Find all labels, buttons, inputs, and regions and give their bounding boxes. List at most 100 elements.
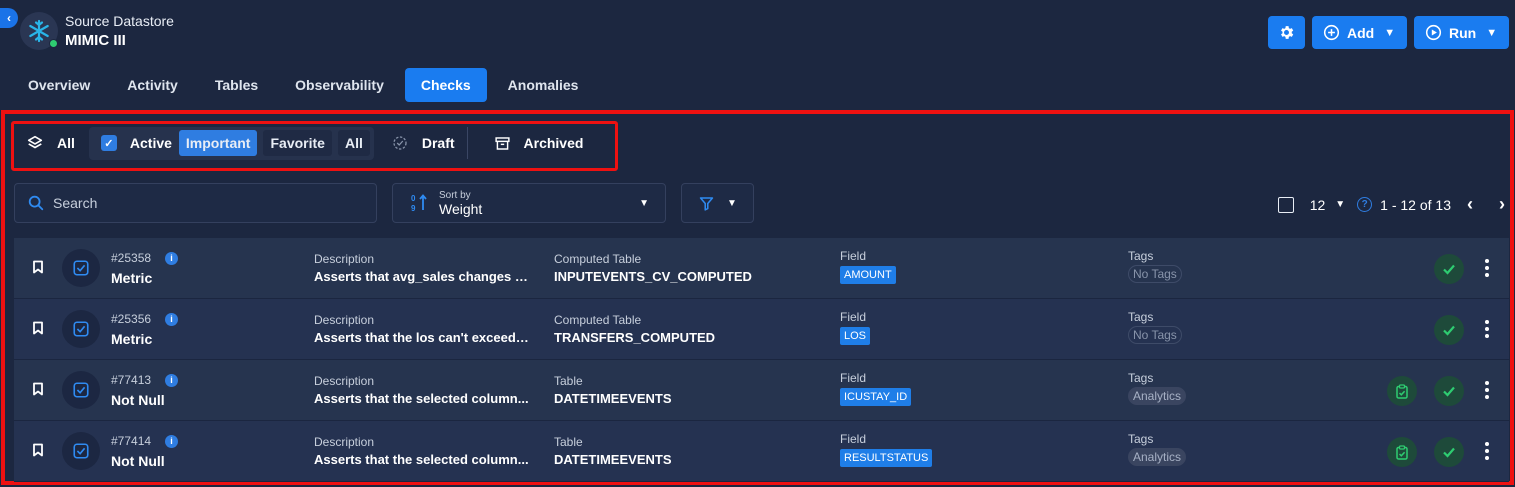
field-badge[interactable]: AMOUNT xyxy=(840,266,896,284)
tags-label: Tags xyxy=(1128,371,1154,385)
description-value: Asserts that the selected column... xyxy=(314,391,529,406)
clipboard-check-icon[interactable] xyxy=(1387,437,1417,467)
settings-button[interactable] xyxy=(1268,16,1305,49)
chevron-down-icon: ▼ xyxy=(1486,26,1498,39)
field-badge[interactable]: RESULTSTATUS xyxy=(840,449,933,467)
tab-observability[interactable]: Observability xyxy=(279,68,400,102)
next-page-icon[interactable]: › xyxy=(1499,194,1505,215)
bookmark-icon[interactable] xyxy=(32,321,44,335)
info-icon[interactable]: i xyxy=(165,312,179,326)
filter-all-label: All xyxy=(57,135,75,151)
filter-archived-label: Archived xyxy=(523,135,584,151)
datastore-type-label: Source Datastore xyxy=(65,13,174,29)
tags-label: Tags xyxy=(1128,310,1154,324)
tab-checks[interactable]: Checks xyxy=(404,68,487,102)
snowflake-logo-icon xyxy=(20,12,58,50)
chevron-down-icon: ▼ xyxy=(1384,26,1396,39)
check-type: Not Null xyxy=(111,392,165,408)
prev-page-icon[interactable]: ‹ xyxy=(1467,194,1473,215)
info-icon[interactable]: i xyxy=(165,251,179,265)
field-label: Field xyxy=(840,432,867,446)
tag-pill[interactable]: No Tags xyxy=(1128,265,1182,283)
checks-list: #25358 i Metric Description Asserts that … xyxy=(14,238,1509,482)
run-button[interactable]: Run ▼ xyxy=(1414,16,1509,49)
bookmark-icon[interactable] xyxy=(32,382,44,396)
datastore-header: Source Datastore MIMIC III xyxy=(20,12,174,50)
filter-important[interactable]: Important xyxy=(178,130,258,156)
more-options-icon[interactable] xyxy=(1484,319,1490,339)
sort-value: Weight xyxy=(439,200,483,217)
tag-pill[interactable]: Analytics xyxy=(1128,448,1187,466)
check-id: #25358 xyxy=(111,251,152,265)
bookmark-icon[interactable] xyxy=(32,260,44,274)
filter-archived[interactable]: Archived xyxy=(482,127,584,159)
search-input[interactable] xyxy=(53,195,353,211)
add-button[interactable]: Add ▼ xyxy=(1312,16,1407,49)
field-label: Field xyxy=(840,310,867,324)
info-icon[interactable]: i xyxy=(165,373,179,387)
filter-favorite[interactable]: Favorite xyxy=(263,130,332,156)
more-options-icon[interactable] xyxy=(1484,441,1490,461)
more-options-icon[interactable] xyxy=(1484,258,1490,278)
table-label: Computed Table xyxy=(554,313,642,327)
tag-pill[interactable]: No Tags xyxy=(1128,326,1182,344)
description-label: Description xyxy=(314,374,375,388)
filter-draft[interactable]: Draft xyxy=(392,127,455,159)
collapse-sidebar-button[interactable]: ‹ xyxy=(0,8,18,28)
info-icon[interactable]: i xyxy=(165,434,179,448)
select-all-checkbox[interactable] xyxy=(1277,196,1294,213)
check-row[interactable]: #25358 i Metric Description Asserts that … xyxy=(14,238,1509,299)
sort-label: Sort by xyxy=(439,189,471,201)
check-row[interactable]: #77414 i Not Null Description Asserts tha… xyxy=(14,421,1509,482)
tab-overview[interactable]: Overview xyxy=(12,68,106,102)
table-label: Table xyxy=(554,435,583,449)
bookmark-icon[interactable] xyxy=(32,443,44,457)
tab-tables[interactable]: Tables xyxy=(199,68,274,102)
field-badge[interactable]: ICUSTAY_ID xyxy=(840,388,912,406)
status-check-icon[interactable] xyxy=(1434,315,1464,345)
field-label: Field xyxy=(840,249,867,263)
check-row[interactable]: #77413 i Not Null Description Asserts tha… xyxy=(14,360,1509,421)
table-value[interactable]: DATETIMEEVENTS xyxy=(554,452,672,467)
status-filter-bar: All ✓ Active Important Favorite All Draf… xyxy=(14,126,584,160)
field-badge[interactable]: LOS xyxy=(840,327,871,345)
tag-pill[interactable]: Analytics xyxy=(1128,387,1187,405)
status-online-dot xyxy=(49,39,58,48)
filter-active[interactable]: ✓ Active xyxy=(93,127,179,159)
table-value[interactable]: TRANSFERS_COMPUTED xyxy=(554,330,715,345)
check-row[interactable]: #25356 i Metric Description Asserts that … xyxy=(14,299,1509,360)
svg-text:0: 0 xyxy=(411,194,416,203)
help-icon[interactable]: ? xyxy=(1357,197,1373,212)
filter-button[interactable]: ▼ xyxy=(681,183,754,223)
svg-text:9: 9 xyxy=(411,204,416,213)
table-value[interactable]: DATETIMEEVENTS xyxy=(554,391,672,406)
search-icon xyxy=(28,195,44,211)
active-filter-group: ✓ Active Important Favorite All xyxy=(88,126,374,160)
search-field[interactable] xyxy=(14,183,377,223)
filter-all[interactable]: All xyxy=(14,127,75,159)
funnel-icon xyxy=(699,196,714,211)
table-label: Table xyxy=(554,374,583,388)
add-button-label: Add xyxy=(1347,24,1375,41)
check-type: Metric xyxy=(111,331,153,347)
clipboard-check-icon[interactable] xyxy=(1387,376,1417,406)
sort-select[interactable]: 0 9 Sort by Weight ▼ xyxy=(392,183,666,223)
plus-circle-icon xyxy=(1323,24,1340,41)
status-check-icon[interactable] xyxy=(1434,376,1464,406)
table-value[interactable]: INPUTEVENTS_CV_COMPUTED xyxy=(554,269,752,284)
table-label: Computed Table xyxy=(554,252,642,266)
per-page-value[interactable]: 12 xyxy=(1310,197,1326,213)
field-label: Field xyxy=(840,371,867,385)
tab-activity[interactable]: Activity xyxy=(111,68,194,102)
caret-down-icon[interactable]: ▼ xyxy=(1335,199,1345,210)
filter-active-all[interactable]: All xyxy=(337,130,370,156)
more-options-icon[interactable] xyxy=(1484,380,1490,400)
status-check-icon[interactable] xyxy=(1434,254,1464,284)
caret-down-icon: ▼ xyxy=(727,197,737,209)
status-check-icon[interactable] xyxy=(1434,437,1464,467)
datastore-tabs: Overview Activity Tables Observability C… xyxy=(12,68,599,102)
tab-anomalies[interactable]: Anomalies xyxy=(492,68,595,102)
layers-icon xyxy=(27,135,43,149)
check-type: Not Null xyxy=(111,453,165,469)
page-range: 1 - 12 of 13 xyxy=(1380,196,1451,213)
